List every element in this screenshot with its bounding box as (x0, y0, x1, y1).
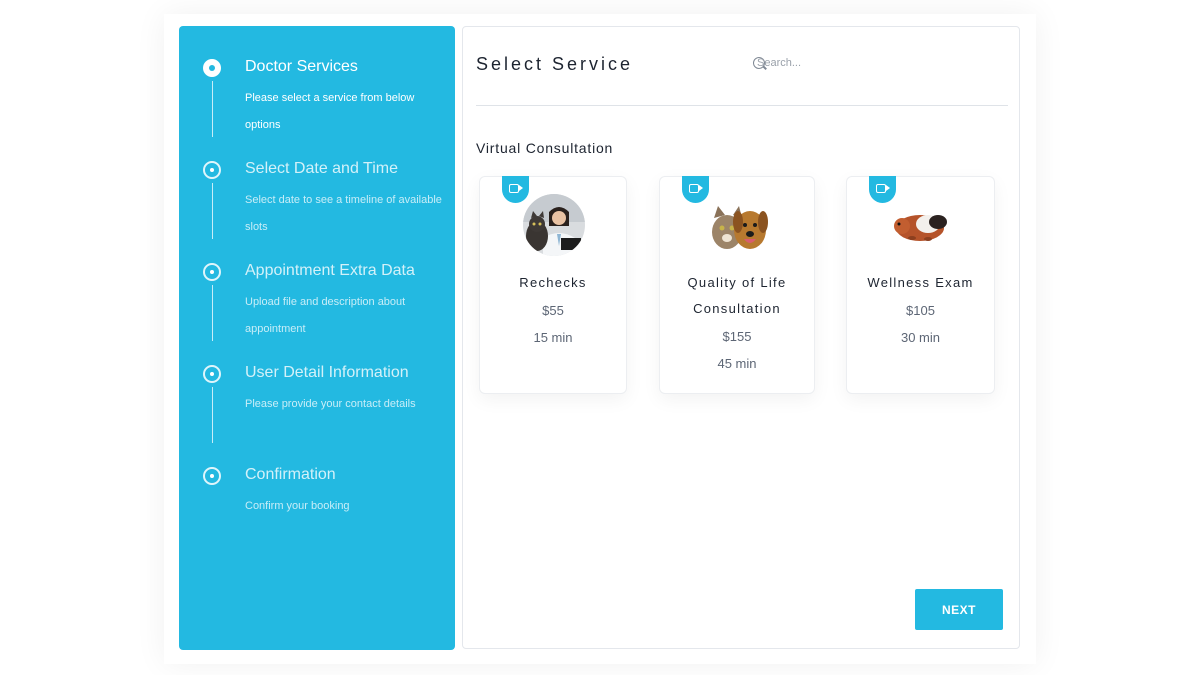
category-title: Virtual Consultation (476, 140, 614, 156)
search-input[interactable] (757, 55, 867, 71)
step-connector (212, 387, 213, 443)
next-button[interactable]: NEXT (915, 589, 1003, 630)
step-description: Please provide your contact details (245, 398, 416, 410)
step-title: Select Date and Time (245, 160, 398, 177)
steps-sidebar: Doctor Services Please select a service … (179, 26, 455, 650)
video-icon (876, 184, 890, 193)
step-title: User Detail Information (245, 364, 409, 381)
step-pending-icon (203, 263, 221, 281)
doctor-with-cat-image (523, 194, 585, 256)
step-pending-icon (203, 467, 221, 485)
cat-and-dog-image (707, 194, 769, 256)
step-description: Select date to see a timeline of availab… (245, 194, 442, 233)
video-consult-badge (502, 176, 529, 203)
service-name: Wellness Exam (867, 275, 974, 290)
service-panel: Select Service Virtual Consultation (462, 26, 1020, 649)
step-title: Appointment Extra Data (245, 262, 415, 279)
video-icon (689, 184, 703, 193)
service-duration: 30 min (900, 330, 941, 345)
service-name: Rechecks (519, 275, 587, 290)
service-card-wellness-exam[interactable]: Wellness Exam $105 30 min (846, 176, 995, 394)
step-connector (212, 183, 213, 239)
service-name: Quality of Life Consultation (687, 275, 787, 316)
service-duration: 15 min (533, 330, 573, 345)
step-description: Confirm your booking (245, 500, 350, 512)
step-pending-icon (203, 161, 221, 179)
step-title: Confirmation (245, 466, 336, 483)
page-title: Select Service (476, 54, 634, 74)
step-active-icon (203, 59, 221, 77)
step-connector (212, 81, 213, 137)
service-search[interactable] (753, 55, 873, 73)
service-duration: 45 min (717, 356, 757, 371)
step-description: Upload file and description about appoin… (245, 296, 406, 335)
service-price: $155 (722, 329, 752, 344)
service-price: $105 (906, 303, 935, 318)
step-pending-icon (203, 365, 221, 383)
video-consult-badge (869, 176, 896, 203)
service-card-rechecks[interactable]: Rechecks $55 15 min (479, 176, 627, 394)
video-consult-badge (682, 176, 709, 203)
step-description: Please select a service from below optio… (245, 92, 415, 131)
step-connector (212, 285, 213, 341)
video-icon (509, 184, 523, 193)
service-card-quality-of-life[interactable]: Quality of Life Consultation $155 45 min (659, 176, 815, 394)
guinea-pig-image (890, 194, 952, 256)
header-divider (476, 105, 1008, 106)
step-title: Doctor Services (245, 58, 358, 75)
service-price: $55 (542, 303, 564, 318)
